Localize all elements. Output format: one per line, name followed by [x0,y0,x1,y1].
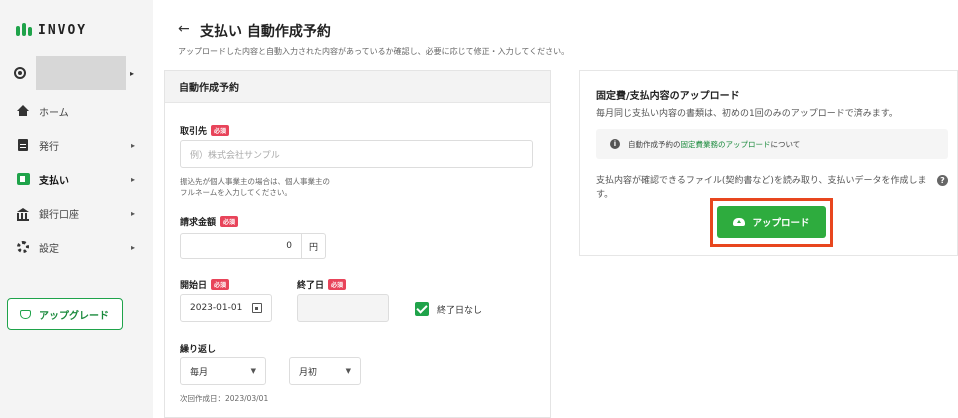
sidebar-item-label: 銀行口座 [39,209,79,221]
client-label: 取引先 必須 [180,124,230,137]
chevron-right-icon: ▸ [130,68,135,78]
upload-title: 固定費/支払内容のアップロード [596,91,740,102]
client-input[interactable]: 例）株式会社サンプル [180,140,533,168]
user-icon [14,67,26,79]
app-logo[interactable]: INVOY [16,22,87,38]
logo-icon [16,22,32,38]
repeat-frequency-select[interactable]: 毎月 ▼ [180,357,266,385]
start-date-label: 開始日 必須 [180,278,230,291]
sidebar-item-bank[interactable]: 銀行口座 ▸ [0,196,153,230]
amount-input[interactable]: 0 [180,233,302,259]
chevron-right-icon: ▸ [130,174,135,184]
chevron-right-icon: ▸ [130,242,135,252]
info-icon: i [610,139,620,149]
sidebar-item-label: 支払い [39,175,69,187]
upgrade-label: アップグレード [39,310,109,322]
chevron-right-icon: ▸ [130,140,135,150]
end-date-input[interactable] [297,294,389,322]
card-title: 自動作成予約 [165,71,550,103]
required-badge: 必須 [328,279,347,290]
chevron-right-icon: ▸ [130,208,135,218]
required-badge: 必須 [220,216,239,227]
gear-icon [16,240,30,254]
sidebar-item-home[interactable]: ホーム [0,94,153,128]
sidebar-item-label: 設定 [39,243,59,255]
home-icon [16,104,30,118]
caret-down-icon: ▼ [345,367,351,375]
account-menu[interactable]: ▸ [14,56,140,90]
sidebar: INVOY ▸ ホーム 発行 ▸ 支払い ▸ 銀行口座 ▸ 設定 ▸ アップグレ… [0,0,153,418]
upgrade-button[interactable]: アップグレード [7,298,123,330]
repeat-day-value: 月初 [299,367,318,378]
cloud-upload-icon [733,218,746,226]
page-subtitle: アップロードした内容と自動入力された内容があっているか確認し、必要に応じて修正・… [178,47,570,56]
amount-unit: 円 [302,233,326,259]
no-end-date-checkbox[interactable] [415,302,429,316]
amount-label: 請求金額 必須 [180,215,239,228]
info-box: i 自動作成予約の 固定費業務のアップロード について [596,129,948,159]
bank-icon [16,206,30,221]
sidebar-item-settings[interactable]: 設定 ▸ [0,230,153,264]
upload-button-label: アップロード [752,218,810,229]
calendar-icon[interactable] [252,303,262,313]
logo-text: INVOY [38,22,88,38]
required-badge: 必須 [211,279,230,290]
sidebar-item-label: ホーム [39,107,69,119]
upload-button[interactable]: アップロード [717,206,826,238]
next-creation-date: 次回作成日：2023/03/01 [180,394,269,403]
payment-icon [16,172,30,186]
info-suffix: について [770,139,801,149]
repeat-frequency-value: 毎月 [190,367,209,378]
no-end-date-label: 終了日なし [437,306,483,316]
help-icon[interactable]: ? [937,175,948,186]
sidebar-item-label: 発行 [39,141,59,153]
info-link[interactable]: 固定費業務のアップロード [681,139,771,150]
gem-icon [20,309,31,319]
end-date-label: 終了日 必須 [297,278,347,291]
sidebar-item-issue[interactable]: 発行 ▸ [0,128,153,162]
info-prefix: 自動作成予約の [628,139,681,149]
upload-subtitle: 毎月同じ支払い内容の書類は、初めの1回のみのアップロードで済みます。 [596,109,898,119]
repeat-day-select[interactable]: 月初 ▼ [289,357,361,385]
client-hint: 振込先が個人事業主の場合は、個人事業主の フルネームを入力してください。 [180,177,330,197]
required-badge: 必須 [211,125,230,136]
page-title: 支払い 自動作成予約 [200,24,331,40]
start-date-value: 2023-01-01 [190,303,243,313]
document-icon [16,138,30,152]
sidebar-nav: ホーム 発行 ▸ 支払い ▸ 銀行口座 ▸ 設定 ▸ [0,94,153,264]
back-arrow-icon[interactable]: ← [178,21,190,37]
repeat-label: 繰り返し [180,345,217,355]
caret-down-icon: ▼ [250,367,256,375]
start-date-input[interactable]: 2023-01-01 [180,294,272,322]
sidebar-item-payment[interactable]: 支払い ▸ [0,162,153,196]
account-name-redacted [36,56,126,90]
